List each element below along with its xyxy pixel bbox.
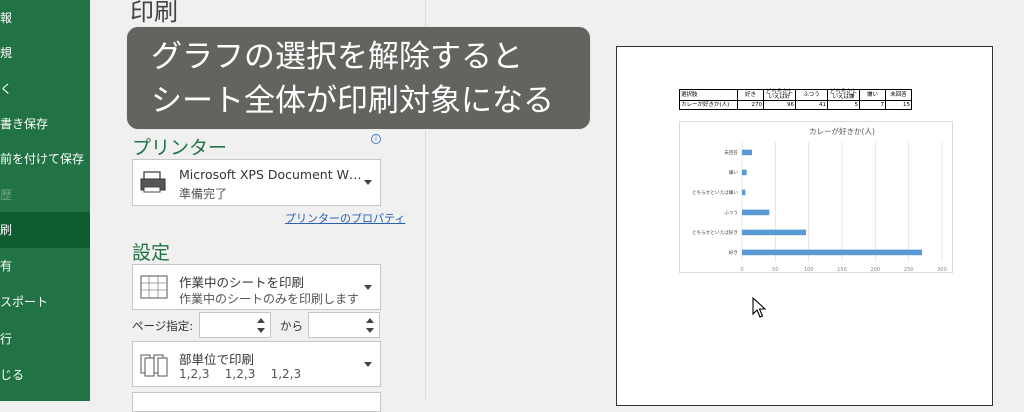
table-cell: 96 bbox=[763, 100, 796, 110]
nav-item-share[interactable]: 有 bbox=[0, 248, 90, 284]
printer-section-title: プリンター bbox=[132, 137, 228, 159]
table-cell: 15 bbox=[885, 100, 912, 110]
nav-item-print[interactable]: 刷 bbox=[0, 212, 90, 248]
chevron-down-icon bbox=[364, 180, 372, 185]
table-header-cell: どちらかと いえば嫌 bbox=[827, 89, 860, 101]
x-tick-label: 50 bbox=[772, 267, 778, 273]
x-tick-label: 100 bbox=[804, 267, 814, 273]
print-scope-sub: 作業中のシートのみを印刷します bbox=[179, 292, 360, 306]
x-tick-label: 0 bbox=[740, 267, 743, 273]
chart-bar bbox=[742, 229, 806, 236]
chevron-down-icon bbox=[364, 285, 372, 290]
table-cell: 5 bbox=[827, 100, 860, 110]
y-category-label: 未回答 bbox=[724, 149, 738, 156]
page-to-input[interactable] bbox=[308, 312, 380, 338]
nav-item-publish[interactable]: 行 bbox=[0, 321, 90, 357]
table-cell: 270 bbox=[737, 100, 764, 110]
chart-svg: カレーが好きか(人) 0 50 100 150 200 250 300 未回答嫌いどちらかといえ… bbox=[692, 126, 947, 273]
x-tick-label: 200 bbox=[871, 267, 881, 273]
orientation-dropdown[interactable] bbox=[132, 392, 381, 412]
page-title: 印刷 bbox=[130, 0, 178, 26]
from-label: から bbox=[280, 319, 303, 333]
page-range-label: ページ指定: bbox=[132, 319, 194, 333]
collate-main: 部単位で印刷 bbox=[179, 352, 255, 367]
backstage-nav: 報 規 く 書き保存 前を付けて保存 歴 刷 有 スポート 行 じる bbox=[0, 0, 90, 401]
chart-bar bbox=[742, 149, 752, 156]
spin-up-icon[interactable] bbox=[366, 318, 374, 323]
settings-section-title: 設定 bbox=[132, 242, 171, 264]
table-header-cell: 未回答 bbox=[885, 89, 912, 101]
y-category-label: どちらかといえば嫌い bbox=[692, 189, 738, 196]
collate-sub: 1,2,3 1,2,3 1,2,3 bbox=[179, 367, 302, 381]
y-category-label: ふつう bbox=[724, 210, 738, 216]
printer-icon bbox=[140, 171, 166, 193]
nav-item-history: 歴 bbox=[0, 188, 13, 202]
table-header-cell: 嫌い bbox=[859, 89, 886, 101]
nav-item-export[interactable]: スポート bbox=[0, 284, 90, 320]
nav-item-close[interactable]: じる bbox=[0, 357, 90, 393]
printer-properties-link[interactable]: プリンターのプロパティ bbox=[285, 210, 405, 226]
chart-bar bbox=[742, 169, 747, 176]
printer-dropdown[interactable]: Microsoft XPS Document W… 準備完了 bbox=[132, 159, 381, 206]
info-icon[interactable]: i bbox=[371, 134, 381, 144]
chart-bar bbox=[742, 249, 922, 256]
collate-icon bbox=[140, 354, 168, 377]
tutorial-caption: グラフの選択を解除すると シート全体が印刷対象になる bbox=[126, 26, 591, 130]
table-header-row: 選択肢 好き どちらかと いえば好 ふつう どちらかと いえば嫌 嫌い 未回答 bbox=[679, 89, 912, 101]
spin-down-icon[interactable] bbox=[366, 328, 374, 333]
nav-item-save[interactable]: 書き保存 bbox=[0, 106, 90, 142]
y-category-label: 好き bbox=[729, 249, 738, 256]
chart-bar bbox=[742, 189, 746, 196]
page-from-input[interactable] bbox=[199, 312, 271, 338]
print-scope-main: 作業中のシートを印刷 bbox=[179, 275, 305, 290]
y-category-label: どちらかといえば好き bbox=[692, 229, 738, 236]
x-tick-label: 150 bbox=[837, 267, 847, 273]
table-header-cell: どちらかと いえば好 bbox=[763, 89, 796, 101]
x-tick-label: 250 bbox=[904, 267, 914, 273]
spin-up-icon[interactable] bbox=[257, 318, 265, 323]
preview-chart: カレーが好きか(人) 0 50 100 150 200 250 300 未回答嫌いどちらかといえ… bbox=[679, 121, 953, 273]
caption-line-1: グラフの選択を解除すると bbox=[151, 39, 523, 75]
y-category-label: 嫌い bbox=[729, 169, 739, 176]
chevron-down-icon bbox=[364, 362, 372, 367]
nav-item-open[interactable]: く bbox=[0, 71, 90, 107]
caption-line-2: シート全体が印刷対象になる bbox=[151, 83, 554, 119]
table-row-label: カレーが好きか(人) bbox=[679, 100, 738, 110]
table-header-cell: ふつう bbox=[795, 89, 828, 101]
table-row: カレーが好きか(人) 270 96 41 5 7 15 bbox=[679, 100, 912, 110]
nav-item-info[interactable]: 報 bbox=[0, 0, 90, 36]
preview-page: 選択肢 好き どちらかと いえば好 ふつう どちらかと いえば嫌 嫌い 未回答 … bbox=[616, 46, 993, 406]
chart-title: カレーが好きか(人) bbox=[809, 126, 875, 136]
x-tick-label: 300 bbox=[937, 267, 947, 273]
table-cell: 7 bbox=[859, 100, 886, 110]
nav-item-new[interactable]: 規 bbox=[0, 35, 90, 71]
preview-table: 選択肢 好き どちらかと いえば好 ふつう どちらかと いえば嫌 嫌い 未回答 … bbox=[679, 89, 912, 110]
table-header-cell: 好き bbox=[737, 89, 764, 101]
print-scope-dropdown[interactable]: 作業中のシートを印刷 作業中のシートのみを印刷します bbox=[132, 264, 381, 310]
sheet-grid-icon bbox=[140, 275, 168, 299]
spin-down-icon[interactable] bbox=[257, 328, 265, 333]
chart-bar bbox=[742, 209, 770, 216]
printer-status: 準備完了 bbox=[179, 187, 228, 201]
table-cell: 41 bbox=[795, 100, 828, 110]
mouse-cursor-icon bbox=[752, 297, 766, 318]
collate-dropdown[interactable]: 部単位で印刷 1,2,3 1,2,3 1,2,3 bbox=[132, 341, 381, 387]
nav-item-save-as[interactable]: 前を付けて保存 bbox=[0, 141, 90, 177]
printer-name: Microsoft XPS Document W… bbox=[179, 167, 362, 182]
table-header-cell: 選択肢 bbox=[679, 89, 738, 101]
